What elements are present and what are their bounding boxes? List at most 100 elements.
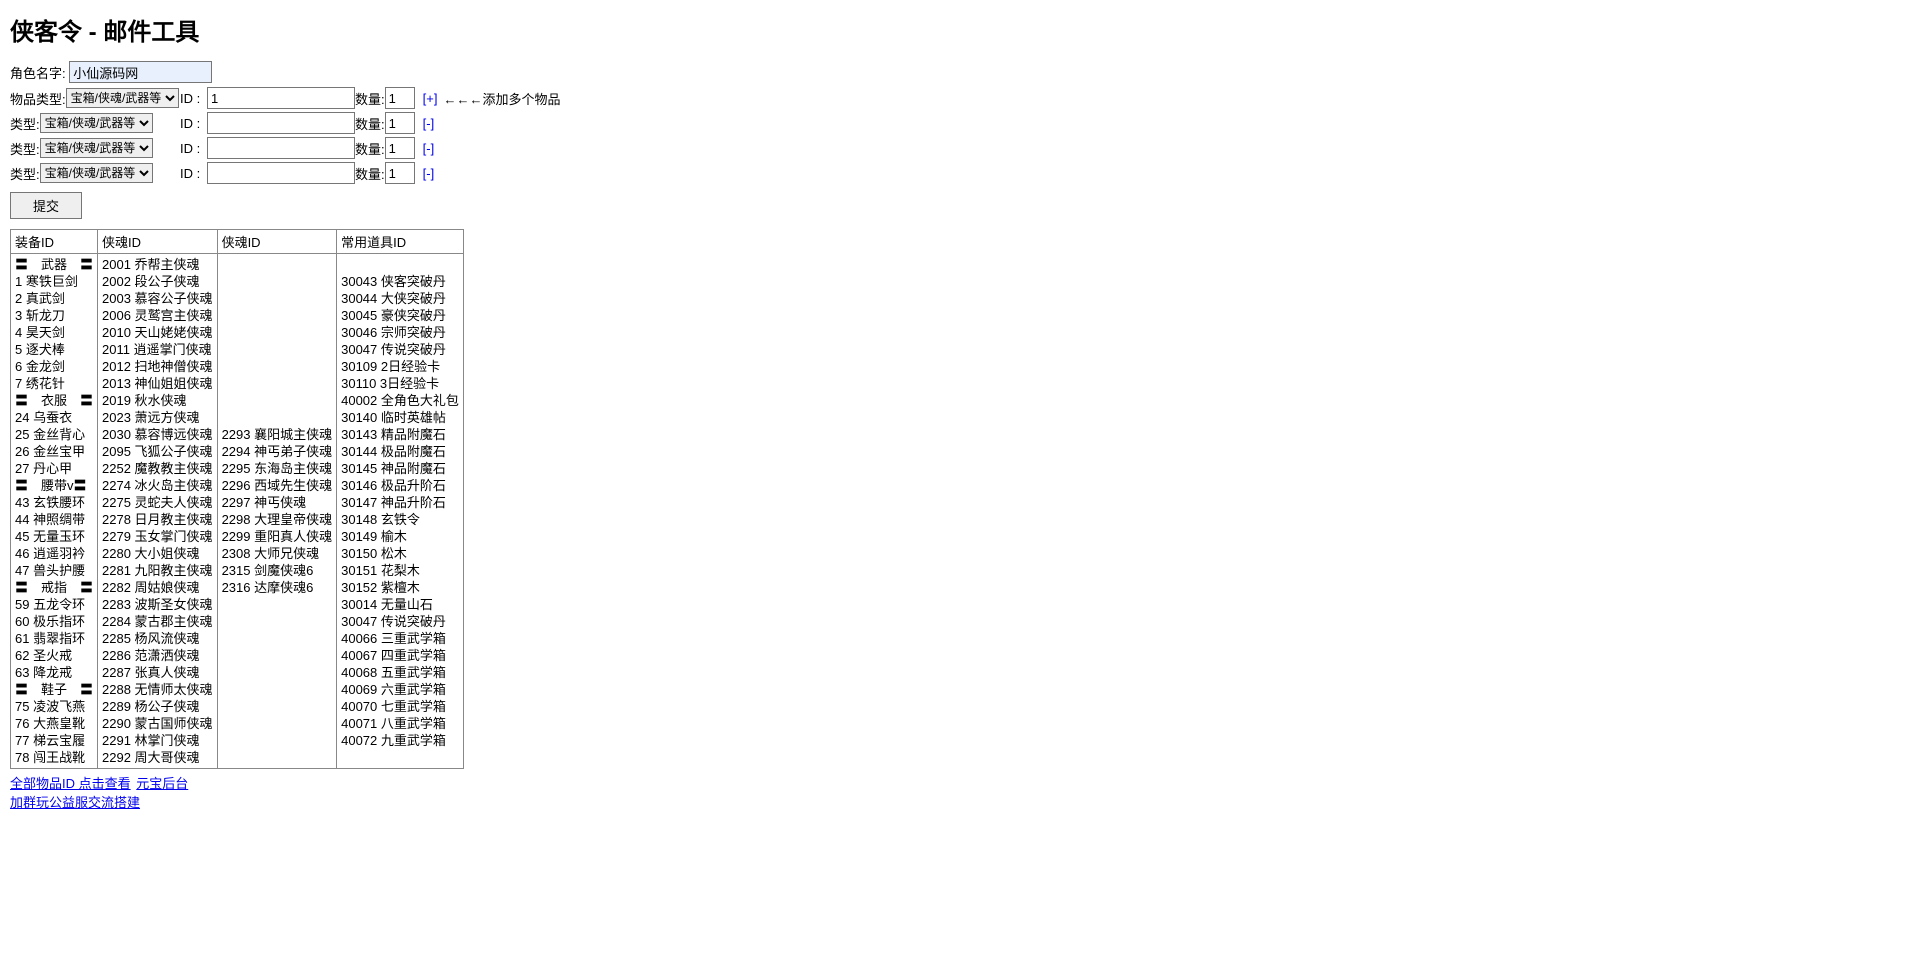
id-reference-table: 装备ID侠魂ID侠魂ID常用道具ID 〓 武器 〓1 寒铁巨剑2 真武剑3 斩龙…: [10, 229, 464, 769]
list-item: 62 圣火戒: [15, 647, 93, 664]
list-item: 2316 达摩侠魂6: [222, 579, 333, 596]
table-cell: 2293 襄阳城主侠魂2294 神丐弟子侠魂2295 东海岛主侠魂2296 西域…: [217, 254, 337, 769]
list-item: [222, 273, 333, 290]
extra-item-row: 类型: 宝箱/侠魂/武器等ID :数量: [-]: [10, 112, 1910, 134]
list-item: 30152 紫檀木: [341, 579, 459, 596]
qty-input[interactable]: [385, 87, 415, 109]
list-item: 5 逐犬棒: [15, 341, 93, 358]
list-item: 2274 冰火岛主侠魂: [102, 477, 213, 494]
id-input[interactable]: [207, 87, 355, 109]
list-item: 30146 极品升阶石: [341, 477, 459, 494]
list-item: 2315 剑魔侠魂6: [222, 562, 333, 579]
role-name-input[interactable]: [69, 61, 212, 83]
list-item: [222, 715, 333, 732]
add-item-link[interactable]: [+]: [423, 91, 438, 106]
list-item: 2292 周大哥侠魂: [102, 749, 213, 766]
type-label: 类型:: [10, 164, 40, 183]
list-item: 2278 日月教主侠魂: [102, 511, 213, 528]
qty-label: 数量:: [355, 139, 385, 158]
list-item: [222, 307, 333, 324]
id-input[interactable]: [207, 162, 355, 184]
list-item: 30150 松木: [341, 545, 459, 562]
list-item: [341, 749, 459, 766]
list-item: [222, 630, 333, 647]
extra-item-row: 类型: 宝箱/侠魂/武器等 ID : 数量: [-]: [10, 162, 1910, 184]
all-items-link[interactable]: 全部物品ID 点击查看: [10, 776, 131, 791]
list-item: 2 真武剑: [15, 290, 93, 307]
list-item: 2288 无情师太侠魂: [102, 681, 213, 698]
table-header: 常用道具ID: [337, 230, 464, 254]
list-item: 2281 九阳教主侠魂: [102, 562, 213, 579]
list-item: 2010 天山姥姥侠魂: [102, 324, 213, 341]
list-item: 24 乌蚕衣: [15, 409, 93, 426]
list-item: [222, 647, 333, 664]
type-select[interactable]: 宝箱/侠魂/武器等: [40, 163, 153, 183]
list-item: 2006 灵鹫宫主侠魂: [102, 307, 213, 324]
type-select[interactable]: 宝箱/侠魂/武器等: [40, 113, 153, 133]
id-label: ID :: [180, 166, 207, 181]
qty-input[interactable]: [385, 162, 415, 184]
list-item: 2290 蒙古国师侠魂: [102, 715, 213, 732]
list-item: 30046 宗师突破丹: [341, 324, 459, 341]
list-item: 2282 周姑娘侠魂: [102, 579, 213, 596]
list-item: [222, 664, 333, 681]
list-item: 2298 大理皇帝侠魂: [222, 511, 333, 528]
list-item: [222, 613, 333, 630]
list-item: 2283 波斯圣女侠魂: [102, 596, 213, 613]
list-item: [222, 732, 333, 749]
list-item: 45 无量玉环: [15, 528, 93, 545]
table-cell: 〓 武器 〓1 寒铁巨剑2 真武剑3 斩龙刀4 昊天剑5 逐犬棒6 金龙剑7 绣…: [11, 254, 98, 769]
remove-item-link[interactable]: [-]: [423, 141, 435, 156]
list-item: 30148 玄铁令: [341, 511, 459, 528]
list-item: [222, 392, 333, 409]
list-item: 7 绣花针: [15, 375, 93, 392]
join-group-link[interactable]: 加群玩公益服交流搭建: [10, 795, 140, 810]
list-item: 2275 灵蛇夫人侠魂: [102, 494, 213, 511]
list-item: 2023 萧远方侠魂: [102, 409, 213, 426]
table-cell: 30043 侠客突破丹30044 大侠突破丹30045 豪侠突破丹30046 宗…: [337, 254, 464, 769]
list-item: 60 极乐指环: [15, 613, 93, 630]
list-item: [222, 290, 333, 307]
list-item: 30109 2日经验卡: [341, 358, 459, 375]
add-hint: ←←←添加多个物品: [443, 89, 560, 108]
list-item: 〓 腰带v〓: [15, 477, 93, 494]
list-item: 30144 极品附魔石: [341, 443, 459, 460]
list-item: 〓 武器 〓: [15, 256, 93, 273]
list-item: 77 梯云宝履: [15, 732, 93, 749]
type-select[interactable]: 宝箱/侠魂/武器等: [40, 138, 153, 158]
yuanbao-backend-link[interactable]: 元宝后台: [136, 776, 188, 791]
list-item: 30151 花梨木: [341, 562, 459, 579]
submit-button[interactable]: 提交: [10, 192, 82, 219]
list-item: 46 逍遥羽衿: [15, 545, 93, 562]
qty-input[interactable]: [385, 112, 415, 134]
list-item: [341, 256, 459, 273]
qty-label: 数量:: [355, 114, 385, 133]
list-item: 30149 榆木: [341, 528, 459, 545]
list-item: 2011 逍遥掌门侠魂: [102, 341, 213, 358]
list-item: 2002 段公子侠魂: [102, 273, 213, 290]
type-label: 类型:: [10, 114, 40, 133]
page-title: 侠客令 - 邮件工具: [10, 12, 1910, 47]
list-item: 44 神照绸带: [15, 511, 93, 528]
list-item: 40067 四重武学箱: [341, 647, 459, 664]
qty-input[interactable]: [385, 137, 415, 159]
list-item: 61 翡翠指环: [15, 630, 93, 647]
remove-item-link[interactable]: [-]: [423, 166, 435, 181]
list-item: 2280 大小姐侠魂: [102, 545, 213, 562]
remove-item-link[interactable]: [-]: [423, 116, 435, 131]
list-item: [222, 749, 333, 766]
list-item: 27 丹心甲: [15, 460, 93, 477]
list-item: 75 凌波飞燕: [15, 698, 93, 715]
list-item: 2296 西域先生侠魂: [222, 477, 333, 494]
id-input[interactable]: [207, 137, 355, 159]
list-item: 2293 襄阳城主侠魂: [222, 426, 333, 443]
id-input[interactable]: [207, 112, 355, 134]
table-header: 装备ID: [11, 230, 98, 254]
list-item: 2289 杨公子侠魂: [102, 698, 213, 715]
list-item: 2308 大师兄侠魂: [222, 545, 333, 562]
list-item: 40068 五重武学箱: [341, 664, 459, 681]
list-item: 30140 临时英雄帖: [341, 409, 459, 426]
item-type-select[interactable]: 宝箱/侠魂/武器等: [66, 88, 179, 108]
qty-label: 数量:: [355, 164, 385, 183]
list-item: 2279 玉女掌门侠魂: [102, 528, 213, 545]
